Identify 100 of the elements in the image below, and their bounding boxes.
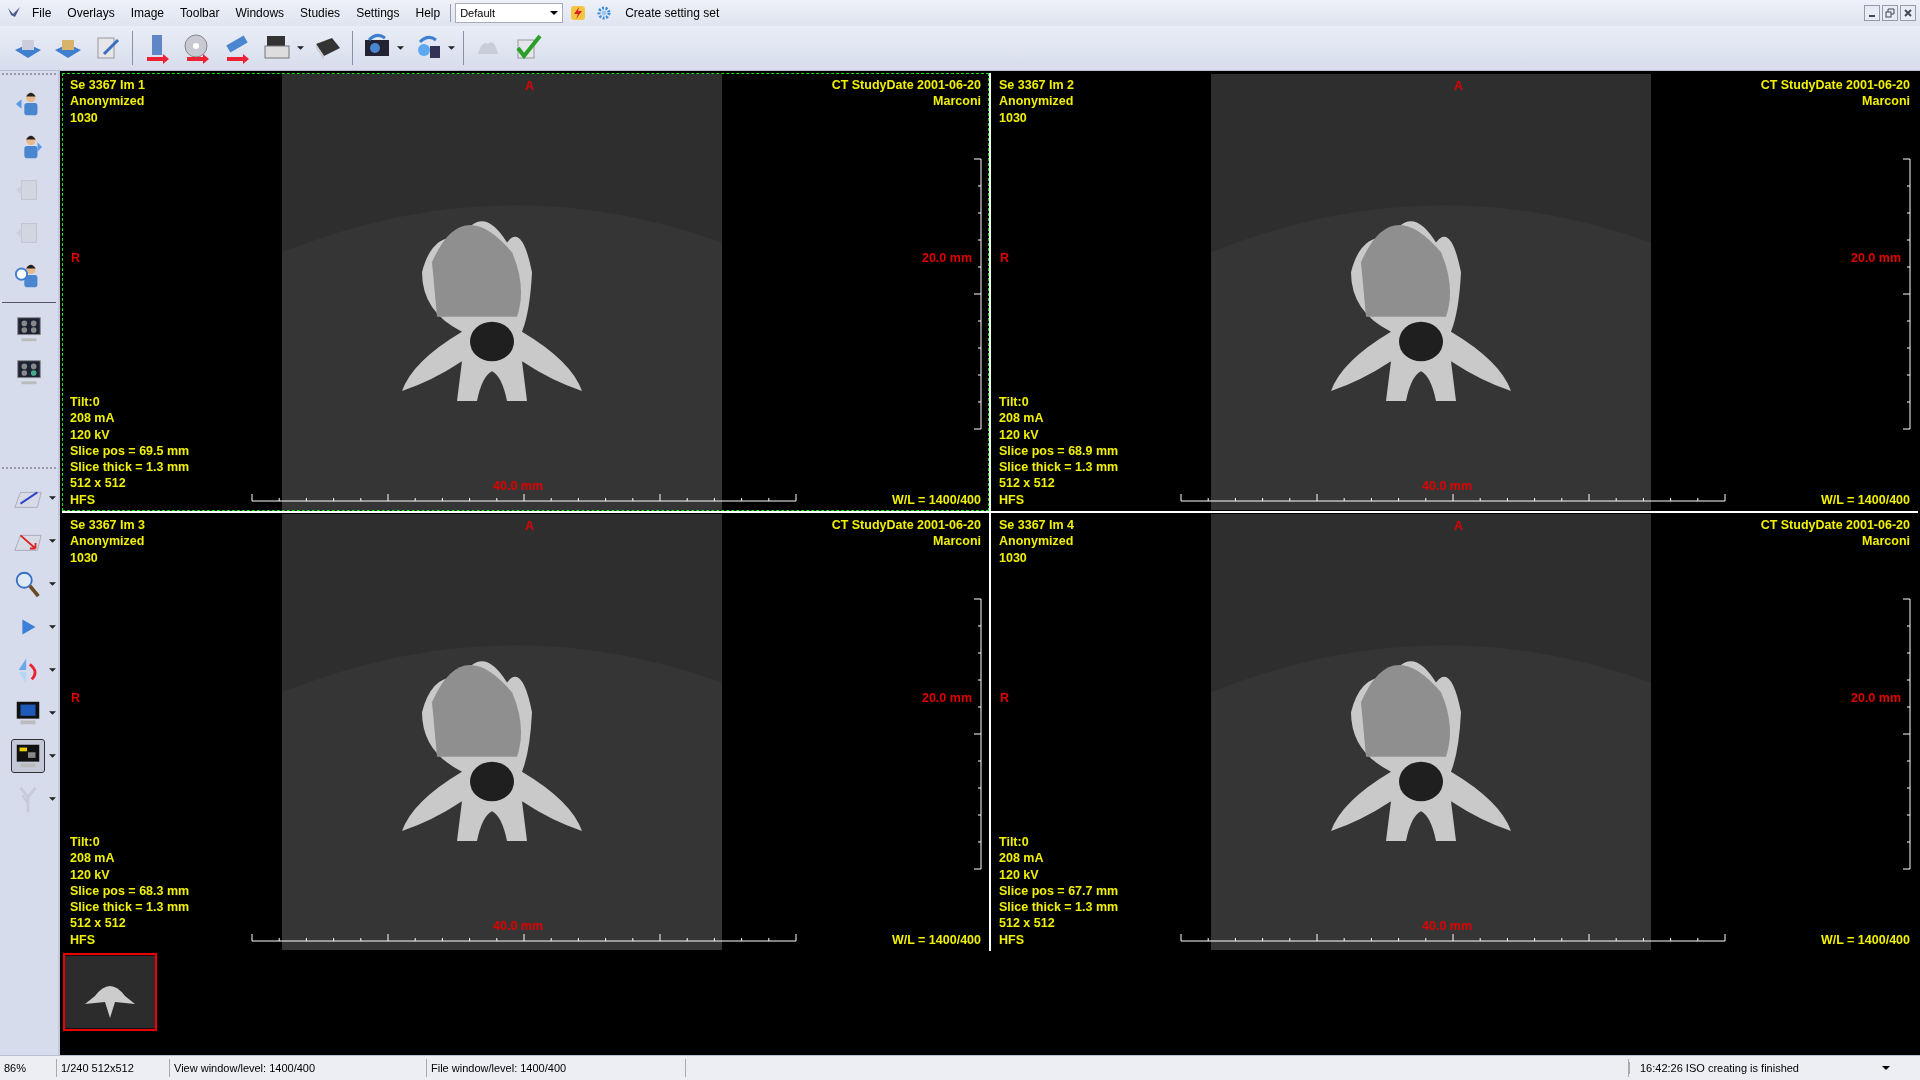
window-level-text: W/L = 1400/400 <box>891 491 981 508</box>
overlay-text: HFS <box>999 931 1025 948</box>
scale-label: 40.0 mm <box>493 917 544 934</box>
orientation-marker: A <box>1454 518 1464 535</box>
overlay-text: 208 mA <box>999 410 1045 427</box>
overlay-text: CT StudyDate 2001-06-20 <box>831 517 981 534</box>
overlay-text: Slice pos = 69.5 mm <box>70 442 190 460</box>
overlay-text: Marconi <box>932 93 981 110</box>
overlay-text: 120 kV <box>999 426 1040 443</box>
overlay-text: Slice thick = 1.3 mm <box>70 459 190 476</box>
overlay-text: CT StudyDate 2001-06-20 <box>831 77 981 94</box>
menu-item[interactable]: Studies <box>294 6 347 20</box>
orientation-marker: R <box>71 690 81 707</box>
caret-icon[interactable] <box>48 668 56 672</box>
orientation-marker: A <box>1454 78 1464 95</box>
caret-icon[interactable] <box>48 582 56 586</box>
overlay-text: Tilt:0 <box>999 393 1030 411</box>
orientation-marker: A <box>525 518 535 535</box>
caret-icon[interactable] <box>448 46 455 50</box>
menu-item[interactable]: Windows <box>229 6 291 20</box>
overlay-text: CT StudyDate 2001-06-20 <box>1760 517 1910 534</box>
overlay-text: 1030 <box>70 109 99 126</box>
close-icon <box>1903 8 1913 18</box>
orientation-marker: R <box>1000 690 1010 707</box>
overlay-text: 120 kV <box>70 866 111 883</box>
overlay-text: Anonymized <box>70 93 146 110</box>
overlay-icon[interactable] <box>10 739 45 773</box>
overlay-text: 120 kV <box>70 426 111 443</box>
gear-icon[interactable] <box>596 5 613 21</box>
overlay-text: Anonymized <box>999 533 1075 550</box>
overlay-text: 208 mA <box>70 410 116 427</box>
overlay-text: Se 3367 Im 2 <box>999 77 1075 94</box>
caret-icon[interactable] <box>397 46 404 50</box>
overlay-text: 1030 <box>70 549 99 566</box>
overlay-text: 1030 <box>999 109 1028 126</box>
overlay-text: Slice pos = 67.7 mm <box>999 882 1119 900</box>
overlay-text: Slice thick = 1.3 mm <box>999 459 1119 476</box>
overlay-text: HFS <box>999 491 1025 508</box>
overlay-text: Marconi <box>1861 93 1910 110</box>
window-level-text: W/L = 1400/400 <box>1820 931 1910 948</box>
overlay-text: Tilt:0 <box>999 833 1030 851</box>
overlay-text: Tilt:0 <box>70 393 101 411</box>
menu-item[interactable]: Image <box>124 6 171 20</box>
menu-item[interactable]: Help <box>409 6 447 20</box>
menu-item[interactable]: Overlays <box>61 6 121 20</box>
minimize-button[interactable] <box>1864 5 1880 21</box>
overlay-text: 208 mA <box>70 850 116 867</box>
overlay-text: 208 mA <box>999 850 1045 867</box>
overlay-text: Tilt:0 <box>70 833 101 851</box>
overlay-text: Slice pos = 68.3 mm <box>70 882 190 900</box>
overlay-text: 120 kV <box>999 866 1040 883</box>
restore-button[interactable] <box>1882 5 1898 21</box>
scale-label: 20.0 mm <box>1850 250 1901 267</box>
message-dropdown[interactable]: 16:42:26 ISO creating is finished <box>1629 1062 1900 1074</box>
overlay-text: 1030 <box>999 549 1028 566</box>
image-viewport[interactable]: Se 3367 Im 4 Anonymized 1030 CT StudyDate 2001-06-20 Marconi A R 20.0 mm Tilt:0 208 mA 120 kV Slice pos = 67.7 mm Slice thick = 1.3 mm 512 x 512 HFS 40.0 mm W/L = 1400/400 <box>991 513 1918 951</box>
close-button[interactable] <box>1900 5 1916 21</box>
minimize-icon <box>1869 15 1875 17</box>
menu-item[interactable]: File <box>26 6 58 20</box>
lightning-icon[interactable] <box>570 5 587 21</box>
overlay-text: Marconi <box>1861 533 1910 550</box>
overlay-text: 512 x 512 <box>70 915 127 932</box>
overlay-text: Se 3367 Im 1 <box>70 77 146 94</box>
setting-set-dropdown[interactable]: Default <box>455 3 564 23</box>
caret-icon[interactable] <box>48 711 56 715</box>
overlay-text: CT StudyDate 2001-06-20 <box>1760 77 1910 94</box>
caret-icon[interactable] <box>48 754 56 758</box>
menu-item[interactable]: Settings <box>350 6 406 20</box>
restore-icon <box>1885 8 1895 18</box>
menu-item[interactable]: Toolbar <box>174 6 226 20</box>
image-status: 1/240 512x512 <box>57 1059 170 1077</box>
scale-label: 40.0 mm <box>1422 477 1473 494</box>
caret-icon[interactable] <box>48 797 56 801</box>
image-viewport[interactable]: Se 3367 Im 2 Anonymized 1030 CT StudyDate 2001-06-20 Marconi A R 20.0 mm Tilt:0 208 mA 120 kV Slice pos = 68.9 mm Slice thick = 1.3 mm 512 x 512 HFS 40.0 mm W/L = 1400/400 <box>991 73 1918 511</box>
overlay-text: Marconi <box>932 533 981 550</box>
window-level-text: W/L = 1400/400 <box>891 931 981 948</box>
orientation-marker: R <box>1000 250 1010 267</box>
scale-label: 20.0 mm <box>921 690 972 707</box>
overlay-text: HFS <box>70 491 96 508</box>
overlay-text: 512 x 512 <box>999 915 1056 932</box>
scale-label: 40.0 mm <box>493 477 544 494</box>
caret-icon[interactable] <box>48 496 56 500</box>
image-thumbnail[interactable] <box>63 953 157 1031</box>
create-setting-set-link[interactable]: Create setting set <box>619 6 726 20</box>
overlay-text: Slice thick = 1.3 mm <box>999 899 1119 916</box>
overlay-text: Slice pos = 68.9 mm <box>999 442 1119 460</box>
orientation-marker: A <box>525 78 535 95</box>
caret-icon <box>550 11 559 15</box>
window-level-text: W/L = 1400/400 <box>1820 491 1910 508</box>
caret-icon[interactable] <box>48 625 56 629</box>
caret-icon[interactable] <box>297 46 304 50</box>
caret-icon[interactable] <box>48 539 56 543</box>
image-viewport[interactable]: Se 3367 Im 3 Anonymized 1030 CT StudyDate 2001-06-20 Marconi A R 20.0 mm Tilt:0 208 mA 120 kV Slice pos = 68.3 mm Slice thick = 1.3 mm 512 x 512 HFS 40.0 mm W/L = 1400/400 <box>62 513 989 951</box>
view-window-level-status: View window/level: 1400/400 <box>170 1059 427 1077</box>
file-window-level-status: File window/level: 1400/400 <box>427 1059 686 1077</box>
zoom-status: 86% <box>0 1059 57 1077</box>
overlay-text: 512 x 512 <box>70 475 127 492</box>
image-viewport[interactable]: Se 3367 Im 1 Anonymized 1030 CT StudyDate 2001-06-20 Marconi A R 20.0 mm Tilt:0 208 mA 120 kV Slice pos = 69.5 mm Slice thick = 1.3 mm 512 x 512 HFS 40.0 mm W/L = 1400/400 <box>62 73 989 511</box>
scale-label: 40.0 mm <box>1422 917 1473 934</box>
overlay-text: Se 3367 Im 3 <box>70 517 146 534</box>
